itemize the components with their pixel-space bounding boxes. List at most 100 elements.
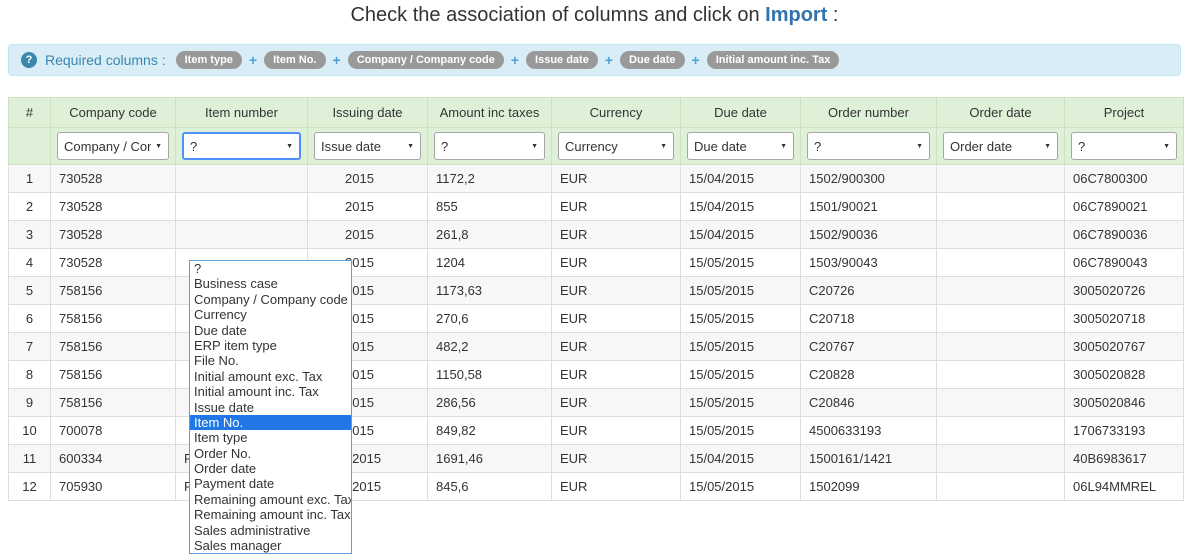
mapping-select-item-number[interactable]: ?▼ bbox=[182, 132, 301, 160]
cell-project: 06C7890036 bbox=[1065, 221, 1184, 249]
mapping-select-amount-inc-taxes[interactable]: ?▼ bbox=[434, 132, 545, 160]
cell-amount: 270,6 bbox=[428, 305, 552, 333]
dropdown-option-sales-manager[interactable]: Sales manager bbox=[190, 538, 351, 553]
dropdown-option-order-no[interactable]: Order No. bbox=[190, 446, 351, 461]
cell-num: 8 bbox=[9, 361, 51, 389]
cell-project: 3005020718 bbox=[1065, 305, 1184, 333]
mapping-cell-due-date: Due date▼ bbox=[681, 128, 801, 165]
dropdown-option-issue-date[interactable]: Issue date bbox=[190, 400, 351, 415]
cell-num: 9 bbox=[9, 389, 51, 417]
cell-due-date: 15/05/2015 bbox=[681, 361, 801, 389]
cell-order-number: 1502/900300 bbox=[801, 165, 937, 193]
cell-project: 3005020846 bbox=[1065, 389, 1184, 417]
table-row: 875815620151150,58EUR15/05/2015C20828300… bbox=[9, 361, 1184, 389]
mapping-select-value: ? bbox=[441, 139, 527, 154]
chevron-down-icon: ▼ bbox=[531, 143, 538, 150]
dropdown-option-item-no[interactable]: Item No. bbox=[190, 415, 351, 430]
cell-amount: 1204 bbox=[428, 249, 552, 277]
mapping-select-order-number[interactable]: ?▼ bbox=[807, 132, 930, 160]
cell-order-date bbox=[937, 389, 1065, 417]
table-row: 27305282015855EUR15/04/20151501/9002106C… bbox=[9, 193, 1184, 221]
chevron-down-icon: ▼ bbox=[286, 143, 293, 150]
dropdown-option-file-no[interactable]: File No. bbox=[190, 353, 351, 368]
mapping-select-project[interactable]: ?▼ bbox=[1071, 132, 1177, 160]
cell-project: 06C7890043 bbox=[1065, 249, 1184, 277]
cell-amount: 286,56 bbox=[428, 389, 552, 417]
cell-amount: 1150,58 bbox=[428, 361, 552, 389]
cell-due-date: 15/05/2015 bbox=[681, 389, 801, 417]
cell-amount: 845,6 bbox=[428, 473, 552, 501]
plus-separator: + bbox=[692, 52, 700, 68]
dropdown-option-company-company-code[interactable]: Company / Company code bbox=[190, 292, 351, 307]
dropdown-option-order-date[interactable]: Order date bbox=[190, 461, 351, 476]
dropdown-option-due-date[interactable]: Due date bbox=[190, 323, 351, 338]
mapping-dropdown-popup[interactable]: ?Business caseCompany / Company codeCurr… bbox=[189, 260, 352, 554]
required-column-badge-company-company-code: Company / Company code bbox=[348, 51, 504, 69]
cell-order-number: C20828 bbox=[801, 361, 937, 389]
chevron-down-icon: ▼ bbox=[780, 143, 787, 150]
required-column-badge-item-type: Item type bbox=[176, 51, 242, 69]
dropdown-option-item-type[interactable]: Item type bbox=[190, 430, 351, 445]
title-suffix: : bbox=[827, 4, 838, 26]
mapping-select-due-date[interactable]: Due date▼ bbox=[687, 132, 794, 160]
table-row: 97581562015286,56EUR15/05/2015C208463005… bbox=[9, 389, 1184, 417]
mapping-select-company-code[interactable]: Company / Company code▼ bbox=[57, 132, 169, 160]
cell-order-number: 1501/90021 bbox=[801, 193, 937, 221]
dropdown-option-payment-date[interactable]: Payment date bbox=[190, 476, 351, 491]
dropdown-option-erp-item-type[interactable]: ERP item type bbox=[190, 338, 351, 353]
cell-amount: 855 bbox=[428, 193, 552, 221]
cell-order-date bbox=[937, 221, 1065, 249]
cell-issuing-date: 2015 bbox=[308, 221, 428, 249]
cell-currency: EUR bbox=[552, 221, 681, 249]
cell-num: 6 bbox=[9, 305, 51, 333]
mapping-cell-project: ?▼ bbox=[1065, 128, 1184, 165]
column-header-order-date: Order date bbox=[937, 98, 1065, 128]
cell-company-code: 758156 bbox=[51, 389, 176, 417]
cell-order-date bbox=[937, 305, 1065, 333]
cell-order-number: C20846 bbox=[801, 389, 937, 417]
page-title: Check the association of columns and cli… bbox=[0, 2, 1189, 28]
mapping-cell-item-number: ?▼ bbox=[176, 128, 308, 165]
cell-company-code: 705930 bbox=[51, 473, 176, 501]
dropdown-option-currency[interactable]: Currency bbox=[190, 307, 351, 322]
cell-num: 3 bbox=[9, 221, 51, 249]
cell-due-date: 15/05/2015 bbox=[681, 333, 801, 361]
cell-order-date bbox=[937, 445, 1065, 473]
cell-order-date bbox=[937, 361, 1065, 389]
mapping-select-value: Order date bbox=[950, 139, 1040, 154]
mapping-cell-amount-inc-taxes: ?▼ bbox=[428, 128, 552, 165]
dropdown-option-business-case[interactable]: Business case bbox=[190, 276, 351, 291]
table-row: 173052820151172,2EUR15/04/20151502/90030… bbox=[9, 165, 1184, 193]
required-column-badge-item-no: Item No. bbox=[264, 51, 325, 69]
header-row: #Company codeItem numberIssuing dateAmou… bbox=[9, 98, 1184, 128]
table-row: 575815620151173,63EUR15/05/2015C20726300… bbox=[9, 277, 1184, 305]
cell-amount: 482,2 bbox=[428, 333, 552, 361]
mapping-select-order-date[interactable]: Order date ▼ bbox=[943, 132, 1058, 160]
required-columns-badges: Item type + Item No. + Company / Company cod… bbox=[176, 51, 840, 69]
plus-separator: + bbox=[511, 52, 519, 68]
mapping-select-issuing-date[interactable]: Issue date▼ bbox=[314, 132, 421, 160]
chevron-down-icon: ▼ bbox=[407, 143, 414, 150]
cell-order-number: C20767 bbox=[801, 333, 937, 361]
dropdown-option-initial-amount-exc-tax[interactable]: Initial amount exc. Tax bbox=[190, 369, 351, 384]
cell-due-date: 15/04/2015 bbox=[681, 165, 801, 193]
dropdown-option-sales-administrative[interactable]: Sales administrative bbox=[190, 523, 351, 538]
chevron-down-icon: ▼ bbox=[1163, 143, 1170, 150]
mapping-select-currency[interactable]: Currency▼ bbox=[558, 132, 674, 160]
cell-company-code: 600334 bbox=[51, 445, 176, 473]
cell-item-number bbox=[176, 193, 308, 221]
mapping-select-value: ? bbox=[190, 139, 282, 154]
dropdown-option-initial-amount-inc-tax[interactable]: Initial amount inc. Tax bbox=[190, 384, 351, 399]
chevron-down-icon: ▼ bbox=[1044, 143, 1051, 150]
column-header-num: # bbox=[9, 98, 51, 128]
column-header-amount-inc-taxes: Amount inc taxes bbox=[428, 98, 552, 128]
cell-company-code: 730528 bbox=[51, 249, 176, 277]
required-columns-label: Required columns : bbox=[45, 52, 166, 68]
dropdown-option-remaining-amount-inc-tax[interactable]: Remaining amount inc. Tax bbox=[190, 507, 351, 522]
cell-order-date bbox=[937, 417, 1065, 445]
cell-item-number bbox=[176, 221, 308, 249]
column-header-issuing-date: Issuing date bbox=[308, 98, 428, 128]
cell-currency: EUR bbox=[552, 417, 681, 445]
import-link[interactable]: Import bbox=[765, 4, 827, 26]
dropdown-option-[interactable]: ? bbox=[190, 261, 351, 276]
